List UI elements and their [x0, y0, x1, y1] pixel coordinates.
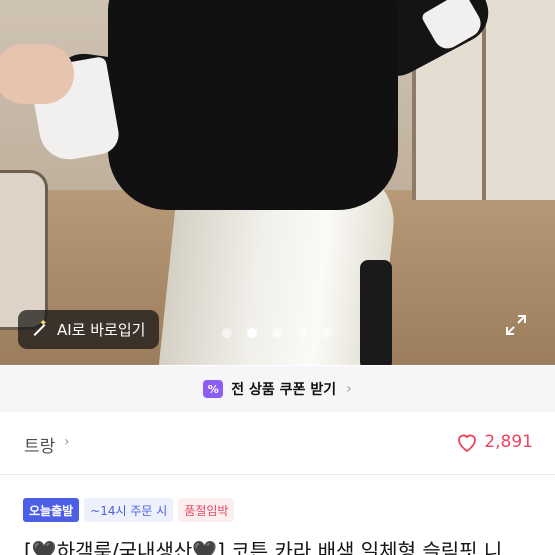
shop-row: 트랑 › 2,891 — [0, 412, 555, 474]
carousel-dots — [222, 328, 332, 338]
coupon-label: 전 상품 쿠폰 받기 — [231, 382, 337, 398]
photo-wall-panel — [482, 0, 555, 200]
ai-try-on-label: AI로 바로입기 — [57, 321, 146, 339]
like-button[interactable]: 2,891 — [455, 431, 533, 453]
chevron-right-icon: › — [346, 381, 352, 397]
product-image[interactable]: AI로 바로입기 — [0, 0, 555, 365]
shop-name-link[interactable]: 트랑 — [24, 432, 55, 457]
carousel-dot[interactable] — [222, 328, 232, 338]
heart-icon — [458, 434, 477, 453]
chevron-right-icon: › — [64, 434, 70, 450]
ai-try-on-button[interactable]: AI로 바로입기 — [18, 310, 160, 349]
carousel-dot[interactable] — [272, 328, 282, 338]
almost-sold-out-badge: 품절임박 — [178, 498, 235, 522]
section-divider — [0, 474, 555, 475]
coupon-banner[interactable]: % 전 상품 쿠폰 받기 › — [0, 366, 555, 412]
carousel-dot[interactable] — [322, 328, 332, 338]
photo-lace-trim — [360, 260, 392, 365]
photo-sweater — [108, 0, 398, 210]
magic-wand-icon — [30, 318, 48, 339]
order-cutoff-badge: ~14시 주문 시 — [84, 498, 174, 522]
carousel-dot[interactable] — [297, 328, 307, 338]
fullscreen-expand-icon[interactable] — [505, 314, 527, 336]
shipping-badges: 오늘출발 ~14시 주문 시 품절임박 — [23, 498, 235, 522]
carousel-dot-active[interactable] — [247, 328, 257, 338]
photo-hand — [0, 44, 74, 104]
product-title: [🖤하객룩/국내생산🖤] 코튼 카라 배색 일체형 슬림핏 니 — [24, 539, 503, 555]
today-shipping-badge: 오늘출발 — [23, 498, 80, 522]
like-count: 2,891 — [484, 432, 533, 452]
photo-chair — [0, 170, 48, 330]
coupon-icon: % — [203, 380, 224, 398]
